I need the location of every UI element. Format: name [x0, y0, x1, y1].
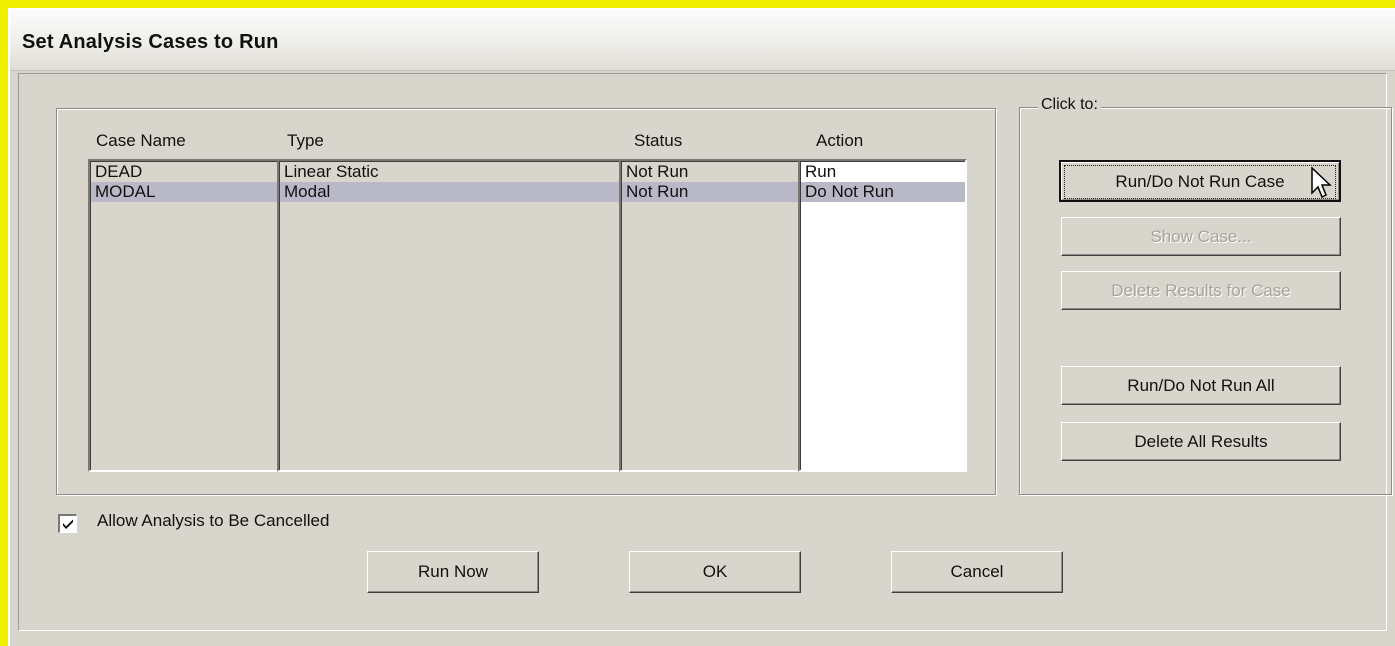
delete-all-results-button[interactable]: Delete All Results: [1061, 422, 1341, 461]
list-item[interactable]: Linear Static: [280, 162, 621, 182]
show-case-button[interactable]: Show Case...: [1061, 217, 1341, 256]
case-name-list[interactable]: DEAD MODAL: [88, 159, 281, 472]
list-item[interactable]: Do Not Run: [801, 182, 965, 202]
run-do-not-run-case-button[interactable]: Run/Do Not Run Case: [1059, 160, 1341, 202]
list-item[interactable]: Modal: [280, 182, 621, 202]
ok-label: OK: [702, 562, 728, 581]
delete-results-for-case-label: Delete Results for Case: [1111, 281, 1291, 300]
run-do-not-run-case-label: Run/Do Not Run Case: [1064, 165, 1336, 199]
allow-cancel-label[interactable]: Allow Analysis to Be Cancelled: [97, 511, 329, 531]
cancel-label: Cancel: [950, 562, 1004, 581]
run-do-not-run-all-button[interactable]: Run/Do Not Run All: [1061, 366, 1341, 405]
checkmark-icon: [63, 519, 73, 529]
run-now-label: Run Now: [418, 562, 488, 581]
column-header-status: Status: [634, 131, 683, 150]
action-list[interactable]: Run Do Not Run: [798, 159, 967, 472]
list-item[interactable]: MODAL: [91, 182, 279, 202]
status-list[interactable]: Not Run Not Run: [619, 159, 802, 472]
list-item[interactable]: Run: [801, 162, 965, 182]
list-item[interactable]: Not Run: [622, 182, 800, 202]
column-header-case-name: Case Name: [96, 131, 186, 150]
type-list[interactable]: Linear Static Modal: [277, 159, 623, 472]
cancel-button[interactable]: Cancel: [891, 551, 1063, 593]
dialog-title-bar[interactable]: Set Analysis Cases to Run: [10, 10, 1395, 71]
show-case-label: Show Case...: [1150, 227, 1252, 246]
run-do-not-run-all-label: Run/Do Not Run All: [1127, 376, 1275, 395]
ok-button[interactable]: OK: [629, 551, 801, 593]
list-item[interactable]: DEAD: [91, 162, 279, 182]
mouse-pointer-icon: [1311, 167, 1332, 199]
allow-cancel-checkbox[interactable]: [58, 514, 77, 533]
delete-results-for-case-button[interactable]: Delete Results for Case: [1061, 271, 1341, 310]
click-to-label: Click to:: [1038, 96, 1101, 114]
dialog-title: Set Analysis Cases to Run: [22, 31, 279, 53]
column-header-type: Type: [287, 131, 324, 150]
list-item[interactable]: Not Run: [622, 162, 800, 182]
column-header-action: Action: [816, 131, 864, 150]
delete-all-results-label: Delete All Results: [1134, 432, 1268, 451]
run-now-button[interactable]: Run Now: [367, 551, 539, 593]
